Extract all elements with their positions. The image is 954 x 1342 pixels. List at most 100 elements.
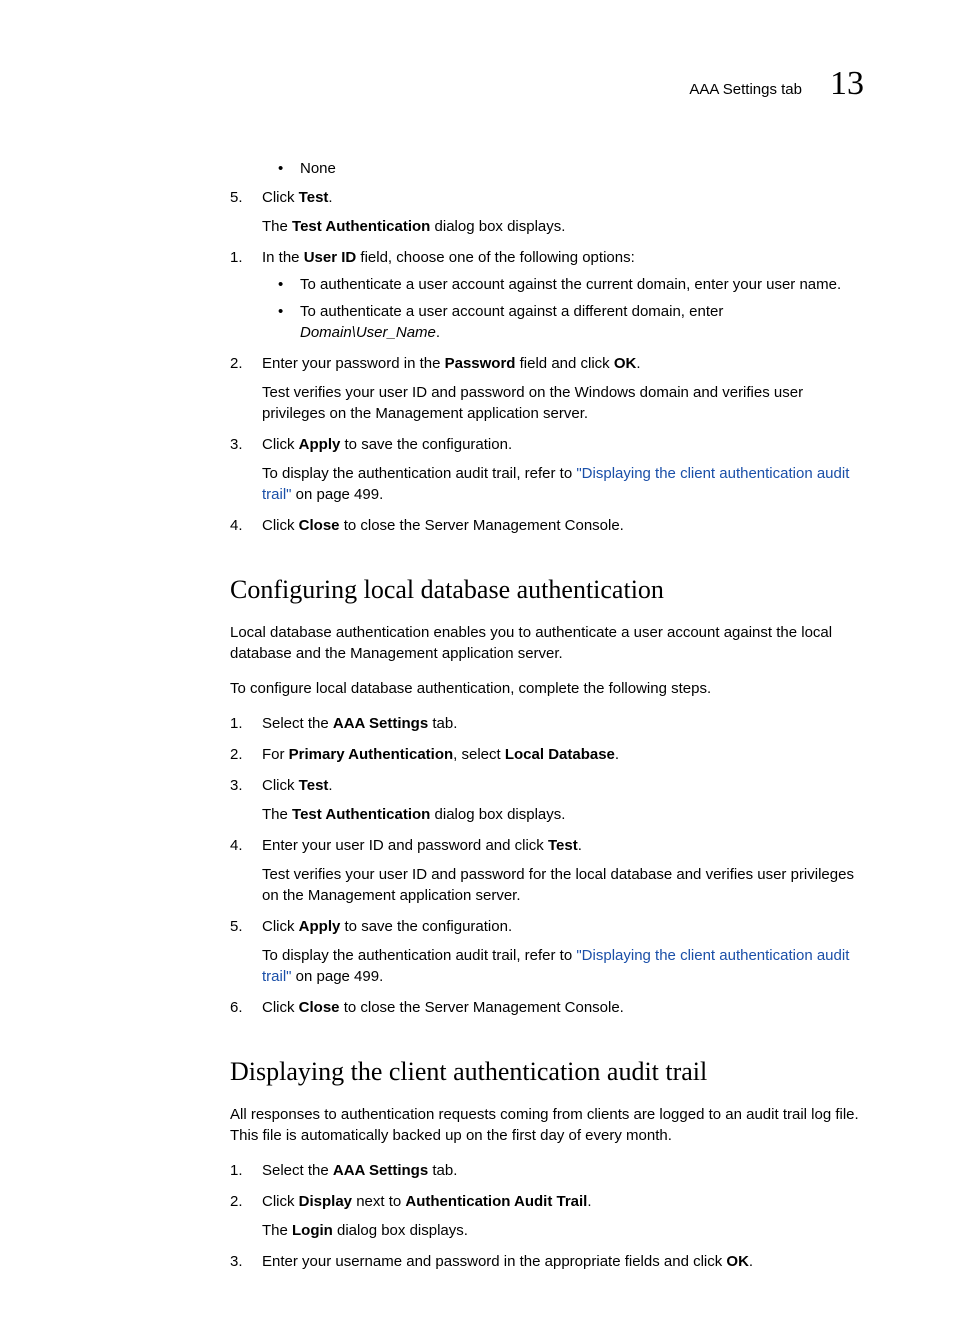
text: to close the Server Management Console. — [340, 517, 624, 534]
paragraph: To configure local database authenticati… — [230, 678, 864, 699]
list-item: 2. For Primary Authentication, select Lo… — [230, 744, 864, 765]
text: In the — [262, 249, 304, 266]
text: on page 499. — [292, 968, 384, 985]
text: To authenticate a user account against t… — [300, 276, 841, 293]
text: dialog box displays. — [430, 218, 565, 235]
text-bold: Test Authentication — [292, 218, 430, 235]
text: to close the Server Management Console. — [340, 999, 624, 1016]
list-item: 5. Click Test. The Test Authentication d… — [230, 187, 864, 237]
list-item: 4. Click Close to close the Server Manag… — [230, 515, 864, 536]
text: . — [587, 1193, 591, 1210]
bullet-item: To authenticate a user account against a… — [270, 301, 864, 343]
page-header: AAA Settings tab 13 — [90, 60, 864, 108]
list-item: 3. Click Apply to save the configuration… — [230, 434, 864, 505]
text: Click — [262, 189, 299, 206]
list-item: 2. Click Display next to Authentication … — [230, 1191, 864, 1241]
text: , select — [453, 746, 505, 763]
text: Click — [262, 918, 299, 935]
text: dialog box displays. — [430, 806, 565, 823]
text: . — [328, 777, 332, 794]
text: To display the authentication audit trai… — [262, 465, 576, 482]
substep: To display the authentication audit trai… — [262, 463, 864, 505]
step-number: 3. — [230, 1251, 243, 1272]
text: The — [262, 1222, 292, 1239]
step-number: 4. — [230, 835, 243, 856]
step-number: 1. — [230, 1160, 243, 1181]
substep: Test verifies your user ID and password … — [262, 382, 864, 424]
list-item: 4. Enter your user ID and password and c… — [230, 835, 864, 906]
text: next to — [352, 1193, 405, 1210]
text: field and click — [515, 355, 613, 372]
list-item: 1. Select the AAA Settings tab. — [230, 1160, 864, 1181]
text: to save the configuration. — [340, 918, 512, 935]
text-bold: AAA Settings — [333, 715, 428, 732]
text-bold: Apply — [299, 436, 341, 453]
step-number: 5. — [230, 916, 243, 937]
text: Enter your user ID and password and clic… — [262, 837, 548, 854]
substep: The Test Authentication dialog box displ… — [262, 216, 864, 237]
text-bold: Password — [445, 355, 516, 372]
list-item: None — [230, 158, 864, 179]
page-content: None 5. Click Test. The Test Authenticat… — [230, 158, 864, 1273]
text: . — [636, 355, 640, 372]
step-number: 4. — [230, 515, 243, 536]
bullet-item: None — [270, 158, 864, 179]
text: The — [262, 806, 292, 823]
step-number: 1. — [230, 247, 243, 268]
text: None — [300, 160, 336, 177]
substep: Test verifies your user ID and password … — [262, 864, 864, 906]
text-bold: Primary Authentication — [289, 746, 453, 763]
text-bold: Apply — [299, 918, 341, 935]
list-item: 6. Click Close to close the Server Manag… — [230, 997, 864, 1018]
step-number: 6. — [230, 997, 243, 1018]
section-heading-local-db: Configuring local database authenticatio… — [230, 572, 864, 608]
text: . — [749, 1253, 753, 1270]
text-bold: Test — [299, 777, 329, 794]
bullet-list: To authenticate a user account against t… — [262, 274, 864, 343]
substep: The Test Authentication dialog box displ… — [262, 804, 864, 825]
text: Enter your password in the — [262, 355, 445, 372]
list-item: 1. Select the AAA Settings tab. — [230, 713, 864, 734]
text-bold: Display — [299, 1193, 352, 1210]
paragraph: All responses to authentication requests… — [230, 1104, 864, 1146]
list-item: 2. Enter your password in the Password f… — [230, 353, 864, 424]
step-number: 5. — [230, 187, 243, 208]
text: Click — [262, 777, 299, 794]
text-bold: Test Authentication — [292, 806, 430, 823]
text-bold: Login — [292, 1222, 333, 1239]
step-number: 3. — [230, 434, 243, 455]
text: . — [436, 324, 440, 341]
text-bold: Local Database — [505, 746, 615, 763]
step-number: 2. — [230, 744, 243, 765]
text: tab. — [428, 1162, 457, 1179]
bullet-item: To authenticate a user account against t… — [270, 274, 864, 295]
step-number: 1. — [230, 713, 243, 734]
text: . — [328, 189, 332, 206]
list-item: 3. Enter your username and password in t… — [230, 1251, 864, 1272]
substep: The Login dialog box displays. — [262, 1220, 864, 1241]
text: Select the — [262, 1162, 333, 1179]
text: To display the authentication audit trai… — [262, 947, 576, 964]
bullet-list: None — [262, 158, 864, 179]
text: To authenticate a user account against a… — [300, 303, 723, 320]
chapter-number: 13 — [830, 60, 864, 108]
text: Select the — [262, 715, 333, 732]
text-italic: Domain\User_Name — [300, 324, 436, 341]
text-bold: OK — [614, 355, 637, 372]
text-bold: AAA Settings — [333, 1162, 428, 1179]
text: Enter your username and password in the … — [262, 1253, 726, 1270]
text-bold: OK — [726, 1253, 749, 1270]
text: on page 499. — [292, 486, 384, 503]
text: to save the configuration. — [340, 436, 512, 453]
header-tab-label: AAA Settings tab — [689, 79, 802, 100]
numbered-steps: 1. Select the AAA Settings tab. 2. For P… — [230, 713, 864, 1018]
text: dialog box displays. — [333, 1222, 468, 1239]
step-number: 3. — [230, 775, 243, 796]
list-item: 3. Click Test. The Test Authentication d… — [230, 775, 864, 825]
list-item: 5. Click Apply to save the configuration… — [230, 916, 864, 987]
continued-steps: None 5. Click Test. The Test Authenticat… — [230, 158, 864, 237]
text-bold: Test — [548, 837, 578, 854]
paragraph: Local database authentication enables yo… — [230, 622, 864, 664]
text-bold: Close — [299, 517, 340, 534]
list-item: 1. In the User ID field, choose one of t… — [230, 247, 864, 343]
